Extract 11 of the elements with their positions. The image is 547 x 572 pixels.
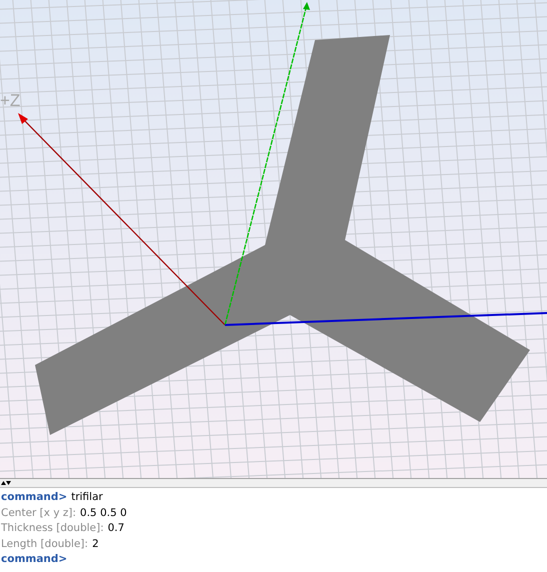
command-text: trifilar: [71, 490, 103, 505]
prompt-label: Length [double]:: [1, 536, 88, 552]
prompt-value: 2: [92, 536, 99, 552]
splitter-arrows-icon[interactable]: [1, 480, 11, 486]
command-prompt: command>: [1, 490, 68, 505]
command-prompt: command>: [1, 552, 68, 568]
prompt-label: Thickness [double]:: [1, 521, 104, 536]
prompt-label: Center [x y z]:: [1, 506, 76, 521]
axis-label: +Z: [0, 91, 20, 110]
prompt-value: 0.7: [108, 521, 124, 536]
prompt-value: 0.5 0.5 0: [80, 506, 127, 521]
